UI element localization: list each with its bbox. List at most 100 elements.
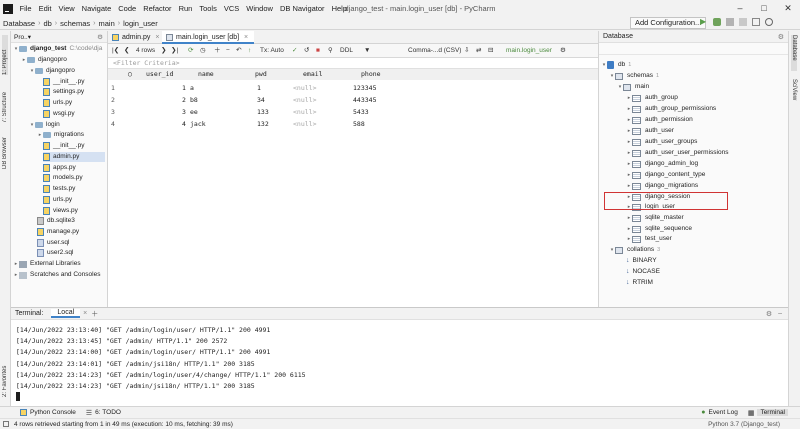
close-tab-icon[interactable]: × [244, 34, 248, 41]
tab-login-user-table[interactable]: main.login_user [db] × [162, 31, 255, 44]
menu-refactor[interactable]: Refactor [140, 4, 175, 13]
refresh-icon[interactable]: ⟳ [188, 46, 193, 56]
add-row-icon[interactable]: ＋ [214, 46, 221, 56]
history-icon[interactable]: ◷ [200, 46, 206, 56]
cell-email[interactable]: <null> [293, 95, 316, 105]
tree-item-table[interactable]: ▸ test_user [626, 234, 672, 244]
close-tab-icon[interactable]: × [83, 310, 87, 317]
python-interpreter[interactable]: Python 3.7 (Django_test) [708, 421, 780, 428]
tree-item-table[interactable]: ▸ django_admin_log [626, 159, 698, 169]
tree-item-file[interactable]: wsgi.py [43, 109, 75, 119]
menu-edit[interactable]: Edit [35, 4, 55, 13]
filter-icon[interactable]: ▼ [364, 46, 370, 56]
tree-item-file[interactable]: urls.py [43, 195, 72, 205]
favorites-tool-tab[interactable]: 2: Favorites [2, 357, 8, 397]
coverage-icon[interactable] [726, 18, 734, 26]
cell-pwd[interactable]: 1 [257, 83, 261, 93]
vcs-icon[interactable] [752, 18, 760, 26]
tree-item-file[interactable]: __init__.py [43, 141, 84, 151]
cell-email[interactable]: <null> [293, 83, 316, 93]
cell-phone[interactable]: 5433 [353, 107, 369, 117]
cell-user-id[interactable]: 2 [182, 95, 186, 105]
maximize-icon[interactable]: □ [752, 0, 776, 17]
column-header-phone[interactable]: phone [361, 69, 381, 80]
status-layout-icon[interactable] [3, 421, 9, 427]
last-page-icon[interactable]: ❯| [171, 46, 178, 56]
delete-row-icon[interactable]: − [226, 46, 230, 56]
stop-icon[interactable] [739, 18, 747, 26]
tree-item-table[interactable]: ▸ sqlite_sequence [626, 224, 692, 234]
cell-phone[interactable]: 443345 [353, 95, 376, 105]
todo-button[interactable]: 6: TODO [95, 409, 121, 416]
tree-item-table[interactable]: ▸ sqlite_master [626, 213, 684, 223]
project-tool-tab[interactable]: 1: Project [2, 35, 8, 75]
panel-settings-icon[interactable]: ⚙ [778, 33, 784, 41]
tree-item-project-root[interactable]: ▾ django_test C:\code\dja [13, 44, 102, 54]
tree-item-external-libraries[interactable]: ▸ External Libraries [13, 259, 81, 269]
terminal-tab-local[interactable]: Local [51, 309, 81, 318]
cell-phone[interactable]: 588 [353, 119, 365, 129]
cell-user-id[interactable]: 1 [182, 83, 186, 93]
tab-admin-py[interactable]: admin.py × [108, 31, 166, 44]
breadcrumb-login-user[interactable]: login_user [120, 19, 161, 28]
tree-item-file[interactable]: manage.py [37, 227, 79, 237]
cell-name[interactable]: jack [190, 119, 206, 129]
submit-icon[interactable]: ↑ [248, 46, 251, 56]
column-header-name[interactable]: name [198, 69, 214, 80]
tree-item-djangopro-package[interactable]: ▾ djangopro [29, 66, 75, 76]
tree-item-collations[interactable]: ▾ collations 3 [609, 245, 660, 255]
menu-code[interactable]: Code [115, 4, 140, 13]
cell-pwd[interactable]: 132 [257, 119, 269, 129]
tree-item-db[interactable]: ▾ db 1 [601, 60, 631, 70]
menu-navigate[interactable]: Navigate [78, 4, 115, 13]
breadcrumb-db[interactable]: db [40, 19, 54, 28]
next-page-icon[interactable]: ❯ [161, 46, 166, 56]
stop-query-icon[interactable]: ■ [316, 46, 320, 56]
target-table-dropdown[interactable]: main.login_user [506, 46, 552, 56]
tree-item-scratches[interactable]: ▸ Scratches and Consoles [13, 270, 100, 280]
cell-name[interactable]: a [190, 83, 194, 93]
sciview-tool-tab[interactable]: SciView [791, 79, 797, 111]
tree-item-table[interactable]: ▸ auth_group_permissions [626, 104, 716, 114]
cell-pwd[interactable]: 34 [257, 95, 265, 105]
view-query-icon[interactable]: ⚲ [328, 46, 333, 56]
export-icon[interactable]: ⇩ [464, 46, 469, 56]
breadcrumb-database[interactable]: Database [0, 19, 38, 28]
tree-item-djangopro[interactable]: ▸ djangopro [21, 55, 67, 65]
menu-db-navigator[interactable]: DB Navigator [276, 4, 328, 13]
add-configuration-button[interactable]: Add Configuration... [630, 17, 707, 29]
tree-item-login[interactable]: ▾ login [29, 120, 60, 130]
minimize-icon[interactable]: – [728, 0, 752, 17]
cell-user-id[interactable]: 4 [182, 119, 186, 129]
tree-item-file[interactable]: models.py [43, 173, 83, 183]
new-terminal-icon[interactable]: ＋ [91, 309, 98, 319]
menu-view[interactable]: View [55, 4, 78, 13]
db-browser-tool-tab[interactable]: DB Browser [2, 129, 8, 169]
tree-item-migrations[interactable]: ▸ migrations [37, 130, 84, 140]
tree-item-file[interactable]: db.sqlite3 [37, 216, 75, 226]
hide-panel-icon[interactable]: – [778, 310, 782, 317]
tree-item-schemas[interactable]: ▾ schemas 1 [609, 71, 659, 81]
column-header-user-id[interactable]: user_id [146, 69, 174, 80]
tree-item-collation[interactable]: ↓ RTRIM [626, 278, 653, 288]
cell-user-id[interactable]: 3 [182, 107, 186, 117]
tree-item-file[interactable]: settings.py [43, 87, 84, 97]
first-page-icon[interactable]: |❮ [112, 46, 119, 56]
settings-icon[interactable]: ⚙ [560, 46, 566, 56]
filter-criteria-input[interactable]: <Filter Criteria> [108, 58, 598, 69]
menu-vcs[interactable]: VCS [220, 4, 242, 13]
tree-item-table[interactable]: ▸ auth_user_user_permissions [626, 148, 728, 158]
cell-email[interactable]: <null> [293, 119, 316, 129]
debug-icon[interactable] [713, 18, 721, 26]
cell-name[interactable]: ee [190, 107, 198, 117]
run-icon[interactable]: ▶ [700, 18, 708, 26]
cell-name[interactable]: b8 [190, 95, 198, 105]
tree-item-table[interactable]: ▸ auth_group [626, 93, 678, 103]
menu-help[interactable]: Help [328, 4, 350, 13]
tree-item-main-schema[interactable]: ▾ main [617, 82, 649, 92]
column-header-pwd[interactable]: pwd [255, 69, 267, 80]
event-log-button[interactable]: Event Log [709, 409, 738, 416]
tree-item-table[interactable]: ▸ django_migrations [626, 181, 698, 191]
tree-item-file[interactable]: tests.py [43, 184, 75, 194]
tree-item-collation[interactable]: ↓ BINARY [626, 256, 657, 266]
